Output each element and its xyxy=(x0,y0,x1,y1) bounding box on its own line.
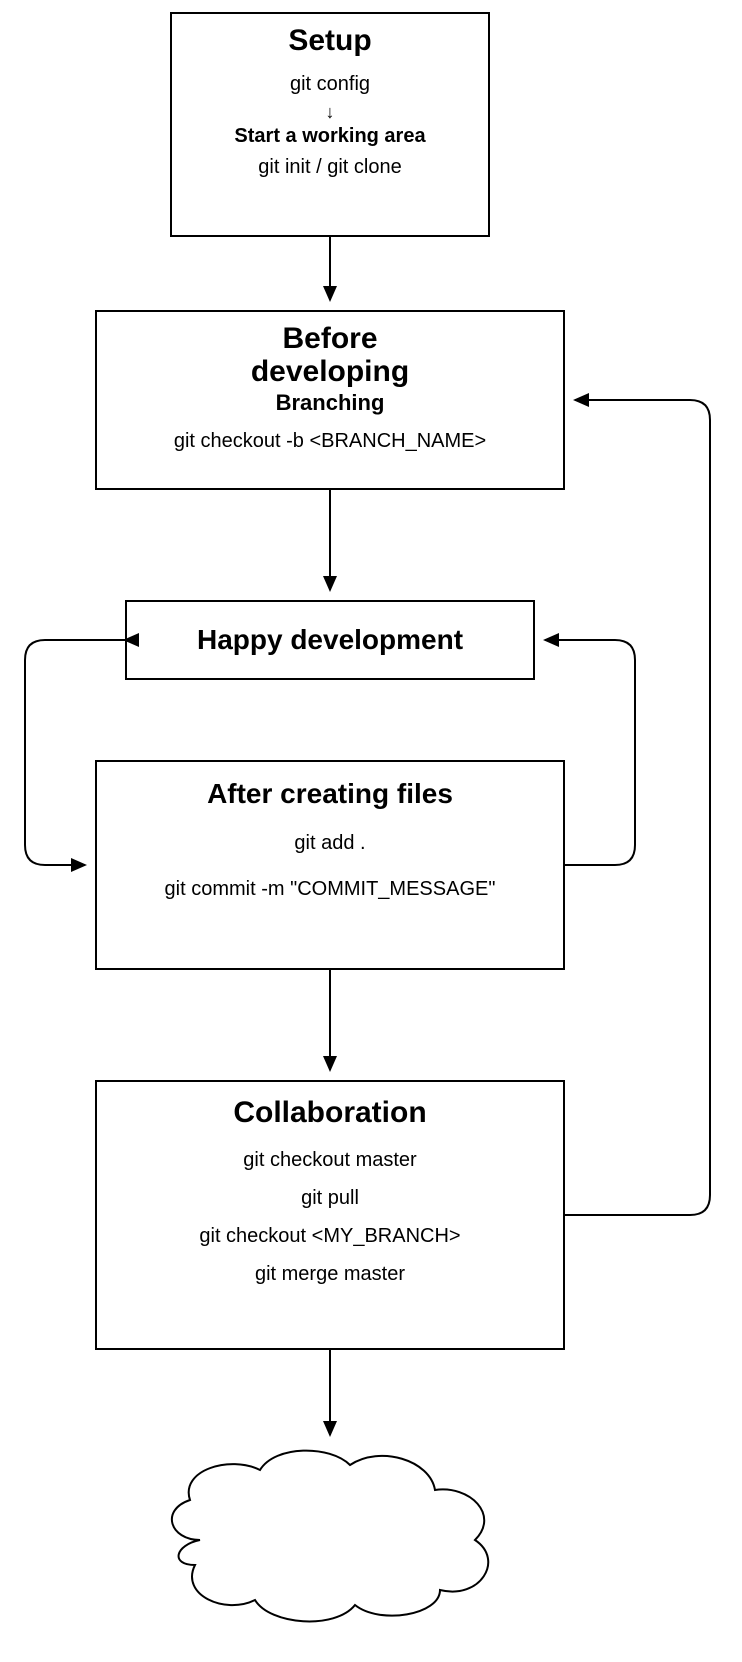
after-title: After creating files xyxy=(105,778,555,810)
collab-cmd-checkout-branch: git checkout <MY_BRANCH> xyxy=(105,1221,555,1251)
arrow-down-icon: ↓ xyxy=(180,103,480,121)
collab-cmd-merge: git merge master xyxy=(105,1259,555,1289)
node-after-creating-files: After creating files git add . git commi… xyxy=(95,760,565,970)
node-happy-development: Happy development xyxy=(125,600,535,680)
after-cmd-commit: git commit -m "COMMIT_MESSAGE" xyxy=(105,874,555,904)
setup-cmd-init: git init / git clone xyxy=(180,152,480,182)
happy-title: Happy development xyxy=(197,624,463,656)
node-setup: Setup git config ↓ Start a working area … xyxy=(170,12,490,237)
collab-cmd-pull: git pull xyxy=(105,1183,555,1213)
flowchart-canvas: Setup git config ↓ Start a working area … xyxy=(0,0,742,1662)
before-title-line1: Before xyxy=(105,322,555,355)
setup-title: Setup xyxy=(180,24,480,59)
collab-cmd-checkout-master: git checkout master xyxy=(105,1145,555,1175)
merge-conflicts-label: Merge Conflicts xyxy=(200,1530,460,1553)
collab-title: Collaboration xyxy=(105,1096,555,1131)
before-title-line2: developing xyxy=(105,355,555,388)
node-before-developing: Before developing Branching git checkout… xyxy=(95,310,565,490)
setup-cmd-config: git config xyxy=(180,69,480,99)
before-subtitle: Branching xyxy=(105,390,555,416)
node-collaboration: Collaboration git checkout master git pu… xyxy=(95,1080,565,1350)
before-cmd-checkout: git checkout -b <BRANCH_NAME> xyxy=(105,426,555,456)
after-cmd-add: git add . xyxy=(105,828,555,858)
setup-subtitle: Start a working area xyxy=(180,125,480,148)
